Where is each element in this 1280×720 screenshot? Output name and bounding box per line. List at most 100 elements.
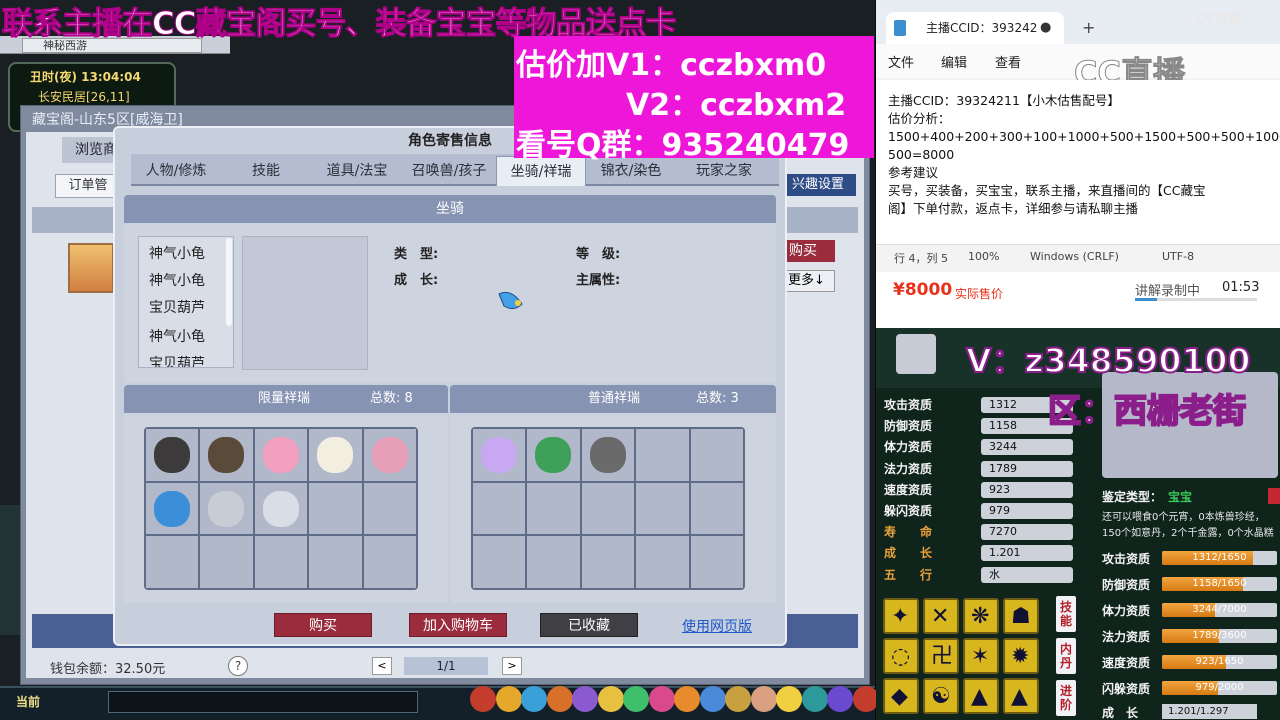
mount-slot[interactable] xyxy=(636,536,689,588)
toolbar-icon[interactable] xyxy=(597,686,624,712)
toolbar-icon[interactable] xyxy=(470,686,496,712)
side-buy-button[interactable]: 购买 xyxy=(785,240,835,262)
mount-slot[interactable] xyxy=(363,536,416,588)
mount-list-item[interactable]: 神气小龟 xyxy=(149,270,205,290)
interest-settings-button[interactable]: 兴趣设置 xyxy=(780,174,856,196)
toolbar-icon[interactable] xyxy=(801,686,828,712)
mount-list-item[interactable]: 神气小龟 xyxy=(149,326,205,346)
mount-slot[interactable] xyxy=(200,482,253,535)
mount-slot[interactable] xyxy=(363,482,416,535)
toolbar-icon[interactable] xyxy=(521,686,547,712)
mount-slot[interactable] xyxy=(690,429,743,481)
pet-slot[interactable] xyxy=(896,334,936,374)
mount-slot[interactable] xyxy=(473,429,526,481)
mount-slot[interactable] xyxy=(363,429,416,481)
aptitude-bar: 1789/3600 xyxy=(1162,629,1277,643)
stat-value: 1789 xyxy=(981,460,1073,477)
page-next-button[interactable]: > xyxy=(502,657,522,675)
mount-slot[interactable] xyxy=(636,482,689,535)
new-tab-icon[interactable]: + xyxy=(1082,12,1095,44)
mount-slot[interactable] xyxy=(581,536,635,588)
tab-skills[interactable]: 技能 xyxy=(222,156,310,186)
toolbar-icon[interactable] xyxy=(546,686,573,712)
skill-icon[interactable]: ☗ xyxy=(1003,598,1039,634)
toolbar-icon[interactable] xyxy=(572,686,598,712)
mount-slot[interactable] xyxy=(254,482,308,535)
toolbar-icon[interactable] xyxy=(776,686,802,712)
mount-list-item[interactable]: 宝贝葫芦 xyxy=(149,353,205,367)
toolbar-icon[interactable] xyxy=(699,686,726,712)
mount-slot[interactable] xyxy=(254,429,308,481)
tab-summons[interactable]: 召唤兽/孩子 xyxy=(404,156,494,186)
recording-label: 讲解录制中 xyxy=(1135,284,1201,299)
menu-file[interactable]: 文件 xyxy=(888,52,914,71)
mount-slot[interactable] xyxy=(581,429,635,481)
neidan-tab[interactable]: 内丹 xyxy=(1056,638,1076,674)
mount-slot[interactable] xyxy=(146,536,199,588)
mount-list-item[interactable]: 神气小龟 xyxy=(149,243,205,263)
skill-icon[interactable]: ◌ xyxy=(883,638,919,674)
mount-slot[interactable] xyxy=(309,536,362,588)
skill-icon[interactable]: ☯ xyxy=(923,678,959,714)
side-more-button[interactable]: 更多↓ xyxy=(785,270,835,292)
mount-icon xyxy=(154,490,190,527)
character-avatar[interactable] xyxy=(68,243,114,293)
toolbar-icon[interactable] xyxy=(648,686,675,712)
tab-items[interactable]: 道具/法宝 xyxy=(312,156,402,186)
mount-slot[interactable] xyxy=(146,482,199,535)
mount-slot[interactable] xyxy=(146,429,199,481)
advance-tab[interactable]: 进阶 xyxy=(1056,680,1076,716)
mount-slot[interactable] xyxy=(581,482,635,535)
toolbar-icon[interactable] xyxy=(674,686,700,712)
toolbar-icon[interactable] xyxy=(750,686,777,712)
tab-character[interactable]: 人物/修炼 xyxy=(133,156,219,186)
order-manage-button[interactable]: 订单管 xyxy=(55,174,121,198)
mount-list[interactable]: 神气小龟 神气小龟 宝贝葫芦 神气小龟 宝贝葫芦 xyxy=(138,236,234,368)
tab-close-icon[interactable]: ● xyxy=(1040,12,1051,44)
help-icon[interactable]: ? xyxy=(228,656,248,676)
menu-edit[interactable]: 编辑 xyxy=(941,52,967,71)
aptitude-label: 法力资质 xyxy=(1102,630,1151,644)
skill-icon[interactable]: ◆ xyxy=(883,678,919,714)
menu-view[interactable]: 查看 xyxy=(995,52,1021,71)
mount-slot[interactable] xyxy=(527,536,580,588)
mount-slot[interactable] xyxy=(690,482,743,535)
skill-icon[interactable]: 卍 xyxy=(923,638,959,674)
red-tab-edge[interactable] xyxy=(1268,488,1280,504)
web-version-link[interactable]: 使用网页版 xyxy=(682,616,752,636)
skill-icon[interactable]: ▲ xyxy=(1003,678,1039,714)
mount-slot[interactable] xyxy=(527,429,580,481)
toolbar-icon[interactable] xyxy=(623,686,649,712)
buy-button[interactable]: 购买 xyxy=(274,613,372,637)
mount-slot[interactable] xyxy=(254,536,308,588)
notepad-tab[interactable]: 主播CCID：393242 xyxy=(886,12,1064,44)
skill-icon[interactable]: ▲ xyxy=(963,678,999,714)
mount-list-item[interactable]: 宝贝葫芦 xyxy=(149,297,205,317)
channel-current[interactable]: 当前 xyxy=(16,693,50,711)
mount-slot[interactable] xyxy=(690,536,743,588)
mount-slot[interactable] xyxy=(309,482,362,535)
toolbar-icon[interactable] xyxy=(725,686,751,712)
add-to-cart-button[interactable]: 加入购物车 xyxy=(409,613,507,637)
mount-slot[interactable] xyxy=(473,482,526,535)
mount-slot[interactable] xyxy=(473,536,526,588)
skill-icon[interactable]: ✹ xyxy=(1003,638,1039,674)
chat-input[interactable] xyxy=(108,691,418,713)
skill-icon[interactable]: ✦ xyxy=(883,598,919,634)
toolbar-icon[interactable] xyxy=(495,686,522,712)
mount-slot[interactable] xyxy=(200,429,253,481)
notepad-text-area[interactable]: 主播CCID：39324211【小木估售配号】 估价分析： 1500+400+2… xyxy=(876,80,1280,244)
skill-icon[interactable]: ✶ xyxy=(963,638,999,674)
skill-icon[interactable]: ❋ xyxy=(963,598,999,634)
mount-list-scrollbar[interactable] xyxy=(226,238,232,326)
mount-slot[interactable] xyxy=(200,536,253,588)
mount-slot[interactable] xyxy=(309,429,362,481)
page-prev-button[interactable]: < xyxy=(372,657,392,675)
skills-tab[interactable]: 技能 xyxy=(1056,596,1076,632)
toolbar-icon[interactable] xyxy=(827,686,853,712)
skill-icon[interactable]: ✕ xyxy=(923,598,959,634)
favorited-button[interactable]: 已收藏 xyxy=(540,613,638,637)
mount-slot[interactable] xyxy=(636,429,689,481)
toolbar-icon[interactable] xyxy=(852,686,879,712)
mount-slot[interactable] xyxy=(527,482,580,535)
